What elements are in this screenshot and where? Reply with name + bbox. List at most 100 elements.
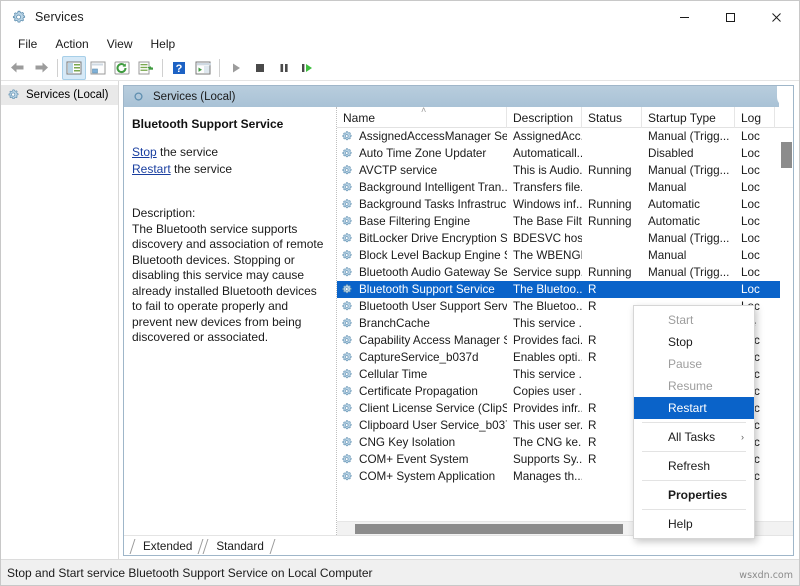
- start-service-icon[interactable]: [224, 56, 248, 80]
- column-header-name[interactable]: Name˄: [337, 107, 507, 128]
- service-row[interactable]: BitLocker Drive Encryption S...BDESVC ho…: [337, 230, 793, 247]
- service-logon-cell: Loc: [735, 215, 775, 228]
- service-row[interactable]: AVCTP serviceThis is Audio...RunningManu…: [337, 162, 793, 179]
- column-header-description[interactable]: Description: [507, 107, 582, 128]
- service-name-label: Background Intelligent Tran...: [359, 181, 507, 194]
- pause-service-icon[interactable]: [272, 56, 296, 80]
- service-name-label: Capability Access Manager S...: [359, 334, 507, 347]
- stop-service-icon[interactable]: [248, 56, 272, 80]
- service-name-label: Bluetooth Audio Gateway Se...: [359, 266, 507, 279]
- service-name-label: COM+ System Application: [359, 470, 495, 483]
- restart-service-action[interactable]: Restart the service: [132, 161, 326, 178]
- service-name-label: BitLocker Drive Encryption S...: [359, 232, 507, 245]
- tab-standard[interactable]: Standard: [203, 538, 274, 555]
- service-gear-icon: [341, 385, 355, 399]
- service-startup-type-cell: Disabled: [642, 147, 735, 160]
- service-gear-icon: [341, 419, 355, 433]
- service-name-cell: CNG Key Isolation: [337, 436, 507, 450]
- menu-file[interactable]: File: [9, 35, 46, 53]
- service-gear-icon: [341, 334, 355, 348]
- caption-corner: [777, 86, 793, 107]
- service-logon-cell: Loc: [735, 181, 775, 194]
- service-row[interactable]: Background Tasks Infrastruc...Windows in…: [337, 196, 793, 213]
- help-icon[interactable]: ?: [167, 56, 191, 80]
- context-menu-item-label: Start: [668, 313, 693, 327]
- service-name-cell: Cellular Time: [337, 368, 507, 382]
- menu-action[interactable]: Action: [46, 35, 97, 53]
- service-gear-icon: [341, 317, 355, 331]
- show-action-pane-icon[interactable]: [191, 56, 215, 80]
- service-gear-icon: [341, 351, 355, 365]
- restart-service-link[interactable]: Restart: [132, 162, 171, 176]
- column-header-log[interactable]: Log: [735, 107, 775, 128]
- service-gear-icon: [341, 300, 355, 314]
- service-name-label: BranchCache: [359, 317, 430, 330]
- service-gear-icon: [341, 232, 355, 246]
- service-row[interactable]: Block Level Backup Engine S...The WBENGI…: [337, 247, 793, 264]
- service-logon-cell: Loc: [735, 283, 775, 296]
- service-row[interactable]: Bluetooth Support ServiceThe Bluetoo...R…: [337, 281, 793, 298]
- service-description-cell: The Bluetoo...: [507, 283, 582, 296]
- service-context-menu[interactable]: StartStopPauseResumeRestartAll Tasks›Ref…: [633, 305, 755, 539]
- service-row[interactable]: Background Intelligent Tran...Transfers …: [337, 179, 793, 196]
- service-gear-icon: [341, 249, 355, 263]
- maximize-button[interactable]: [707, 1, 753, 33]
- stop-service-action[interactable]: Stop the service: [132, 144, 326, 161]
- tab-extended[interactable]: Extended: [130, 538, 203, 555]
- service-name-label: AssignedAccessManager Ser...: [359, 130, 507, 143]
- column-header-status[interactable]: Status: [582, 107, 642, 128]
- service-gear-icon: [341, 470, 355, 484]
- service-logon-cell: Loc: [735, 147, 775, 160]
- stop-service-link[interactable]: Stop: [132, 145, 157, 159]
- properties-icon[interactable]: [134, 56, 158, 80]
- tree-node-services-local[interactable]: Services (Local): [1, 85, 118, 105]
- column-header-label: Status: [588, 111, 622, 125]
- column-header-startup-type[interactable]: Startup Type: [642, 107, 735, 128]
- service-status-cell: Running: [582, 215, 642, 228]
- service-description-cell: The Bluetoo...: [507, 300, 582, 313]
- forward-icon[interactable]: [29, 56, 53, 80]
- ctx-all-tasks[interactable]: All Tasks›: [634, 426, 754, 448]
- tree-node-label: Services (Local): [26, 89, 108, 101]
- services-gear-icon: [7, 88, 21, 102]
- service-row[interactable]: Base Filtering EngineThe Base Filt...Run…: [337, 213, 793, 230]
- title-bar: Services: [1, 1, 799, 33]
- back-icon[interactable]: [5, 56, 29, 80]
- service-startup-type-cell: Manual: [642, 249, 735, 262]
- ctx-stop[interactable]: Stop: [634, 331, 754, 353]
- service-gear-icon: [341, 283, 355, 297]
- ctx-refresh[interactable]: Refresh: [634, 455, 754, 477]
- ctx-properties[interactable]: Properties: [634, 484, 754, 506]
- service-row[interactable]: Auto Time Zone UpdaterAutomaticall...Dis…: [337, 145, 793, 162]
- ctx-restart[interactable]: Restart: [634, 397, 754, 419]
- menu-view[interactable]: View: [98, 35, 142, 53]
- export-list-icon[interactable]: [86, 56, 110, 80]
- minimize-button[interactable]: [661, 1, 707, 33]
- service-name-label: AVCTP service: [359, 164, 437, 177]
- close-button[interactable]: [753, 1, 799, 33]
- toolbar: ?: [1, 55, 799, 81]
- mmc-caption-bar: Services (Local): [124, 86, 793, 107]
- vertical-scrollbar-thumb[interactable]: [781, 142, 792, 168]
- vertical-scrollbar[interactable]: [780, 128, 793, 521]
- service-description-cell: This service ...: [507, 317, 582, 330]
- service-description-cell: Copies user ...: [507, 385, 582, 398]
- submenu-chevron-icon: ›: [741, 432, 744, 442]
- service-details-pane: Bluetooth Support Service Stop the servi…: [124, 107, 337, 535]
- context-menu-item-label: Refresh: [668, 459, 710, 473]
- context-menu-item-label: Stop: [668, 335, 693, 349]
- service-name-label: Block Level Backup Engine S...: [359, 249, 507, 262]
- horizontal-scrollbar-thumb[interactable]: [355, 524, 623, 534]
- tab-left-slant: [203, 539, 217, 554]
- restart-service-icon[interactable]: [296, 56, 320, 80]
- service-name-cell: Client License Service (ClipSV...: [337, 402, 507, 416]
- service-row[interactable]: AssignedAccessManager Ser...AssignedAcc.…: [337, 128, 793, 145]
- menu-help[interactable]: Help: [142, 35, 185, 53]
- show-hide-console-tree-icon[interactable]: [62, 56, 86, 80]
- service-name-cell: AssignedAccessManager Ser...: [337, 130, 507, 144]
- refresh-icon[interactable]: [110, 56, 134, 80]
- ctx-help[interactable]: Help: [634, 513, 754, 535]
- service-row[interactable]: Bluetooth Audio Gateway Se...Service sup…: [337, 264, 793, 281]
- service-description-cell: Windows inf...: [507, 198, 582, 211]
- service-logon-cell: Loc: [735, 130, 775, 143]
